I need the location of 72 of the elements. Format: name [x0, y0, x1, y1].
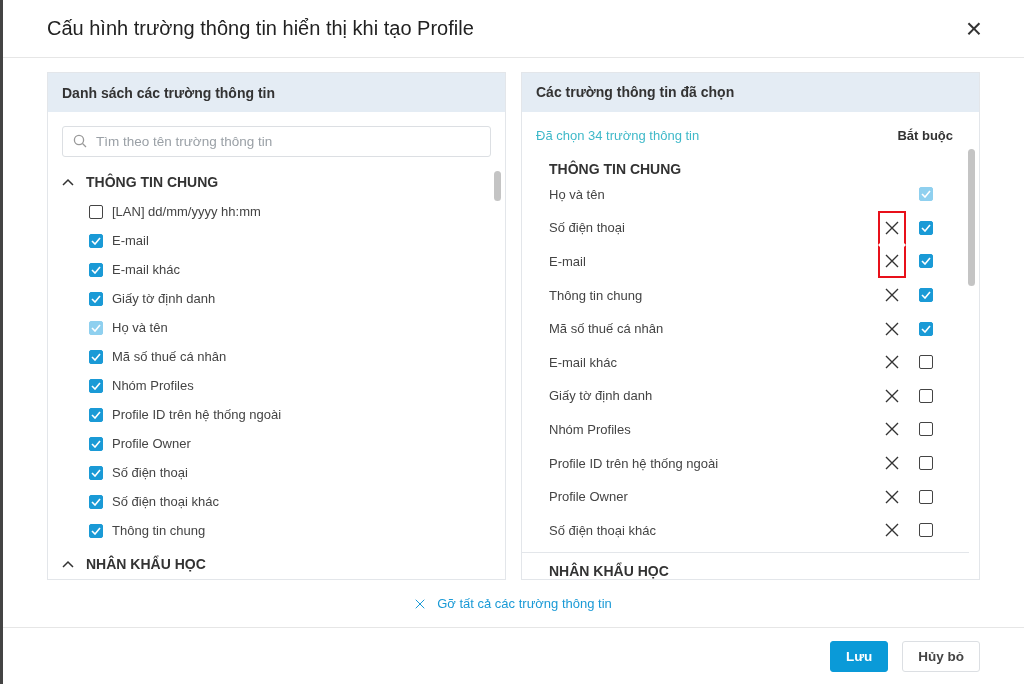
field-label: E-mail khác	[112, 262, 180, 277]
checkbox[interactable]	[89, 233, 103, 248]
remove-icon[interactable]	[885, 456, 899, 470]
remove-icon[interactable]	[885, 388, 899, 403]
scrollbar[interactable]	[494, 171, 501, 201]
field-label: [LAN] dd/mm/yyyy hh:mm	[112, 204, 261, 219]
field-label: Thông tin chung	[112, 523, 206, 538]
checkbox[interactable]	[919, 388, 933, 403]
chevron-icon	[62, 178, 74, 186]
field-label: Họ và tên	[549, 186, 606, 202]
checkbox[interactable]	[89, 291, 103, 306]
field-label: Họ và tên	[112, 320, 168, 335]
group-header[interactable]: NHÂN KHẨU HỌC	[48, 549, 220, 579]
checkbox[interactable]	[919, 220, 933, 235]
close-icon	[415, 598, 426, 609]
field-label: Nhóm Profiles	[112, 378, 194, 393]
field-label: Profile Owner	[112, 436, 191, 451]
remove-icon[interactable]	[885, 220, 899, 235]
checkbox[interactable]	[919, 254, 933, 269]
field-label: Thông tin chung	[549, 287, 644, 303]
search-icon	[73, 134, 87, 148]
field-label: Nhóm Profiles	[549, 421, 632, 437]
checkbox[interactable]	[89, 523, 103, 538]
field-label: E-mail	[549, 253, 587, 269]
field-label: E-mail khác	[549, 354, 618, 370]
checkbox[interactable]	[89, 378, 103, 393]
checkbox[interactable]	[919, 321, 933, 336]
remove-icon[interactable]	[885, 355, 899, 370]
cancel-button[interactable]: Hủy bỏ	[902, 640, 980, 672]
close-button[interactable]: ×	[961, 14, 986, 43]
field-label: Số điện thoại khác	[112, 494, 219, 509]
scrollbar[interactable]	[968, 149, 975, 286]
selected-count: Đã chọn 34 trường thông tin	[536, 128, 700, 144]
field-label: Profile ID trên hệ thống ngoài	[549, 455, 720, 471]
checkbox[interactable]	[89, 407, 103, 422]
checkbox[interactable]	[89, 436, 103, 451]
remove-icon[interactable]	[885, 254, 899, 269]
field-label: Mã số thuế cá nhân	[112, 349, 227, 364]
remove-icon[interactable]	[885, 288, 899, 303]
checkbox[interactable]	[919, 523, 933, 538]
field-label: Số điện thoại	[112, 465, 188, 480]
field-label: Số điện thoại	[549, 220, 626, 236]
checkbox[interactable]	[919, 355, 933, 370]
checkbox[interactable]	[89, 465, 103, 480]
remove-icon[interactable]	[885, 523, 899, 538]
search-field[interactable]: Tìm theo tên trường thông tin	[62, 126, 491, 157]
remove-icon[interactable]	[885, 489, 899, 504]
field-label: Giấy tờ định danh	[549, 388, 654, 404]
remove-icon[interactable]	[885, 422, 899, 437]
checkbox[interactable]	[89, 349, 103, 364]
field-label: Giấy tờ định danh	[112, 291, 216, 306]
checkbox[interactable]	[89, 204, 103, 219]
field-label: Profile Owner	[549, 489, 629, 505]
checkbox[interactable]	[89, 262, 103, 277]
checkbox[interactable]	[919, 288, 933, 303]
panel-title: Danh sách các trường thông tin	[48, 73, 505, 112]
section-heading: NHÂN KHẨU HỌC	[548, 561, 670, 579]
panel-title: Các trường thông tin đã chọn	[522, 73, 979, 112]
checkbox[interactable]	[919, 422, 933, 437]
checkbox[interactable]	[919, 489, 933, 504]
field-label: E-mail	[112, 233, 149, 248]
checkbox[interactable]	[89, 494, 103, 509]
column-header: Bắt buộc	[897, 128, 953, 144]
field-label: Mã số thuế cá nhân	[549, 321, 665, 337]
field-label: Profile ID trên hệ thống ngoài	[112, 407, 282, 422]
field-label: Số điện thoại khác	[549, 522, 657, 538]
dialog-title: Cấu hình trường thông tin hiển thị khi tạo Profile	[47, 17, 474, 40]
remove-icon[interactable]	[885, 321, 899, 336]
section-heading: THÔNG TIN CHUNG	[548, 159, 683, 178]
checkbox[interactable]	[919, 456, 933, 470]
chevron-icon	[62, 560, 74, 568]
group-header[interactable]: THÔNG TIN CHUNG	[48, 167, 233, 197]
